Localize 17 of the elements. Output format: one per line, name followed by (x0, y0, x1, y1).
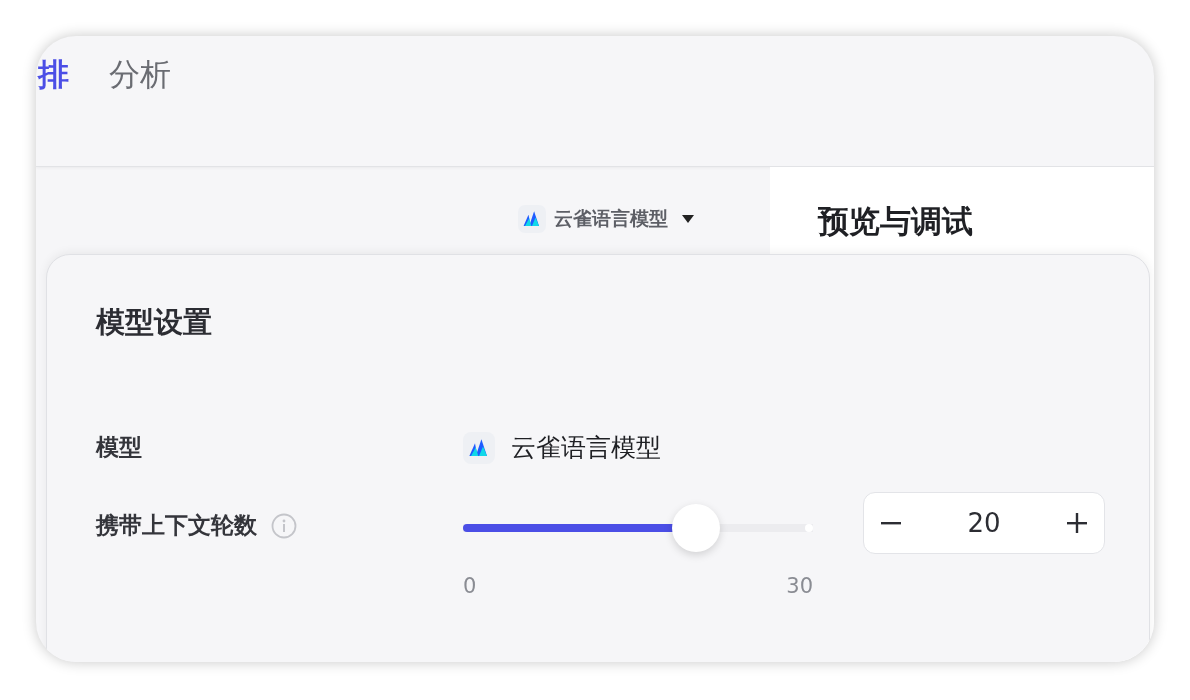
min-label: 0 (463, 574, 477, 598)
slider-thumb[interactable] (672, 504, 721, 552)
model-logo-icon (463, 431, 495, 464)
number-stepper[interactable]: 20 (863, 492, 1105, 554)
max-label: 30 (786, 574, 813, 598)
nav-tab[interactable]: 分析 (109, 52, 171, 96)
nav-tab[interactable]: 排 (38, 52, 69, 96)
field-label: 模型 (96, 433, 142, 462)
panel-title: 预览与调试 (818, 202, 974, 241)
stepper-value: 20 (967, 508, 1001, 538)
model-selector[interactable]: 云雀语言模型 (518, 205, 694, 233)
model-logo-icon (518, 205, 546, 233)
info-icon (271, 512, 297, 539)
caret-icon (682, 215, 694, 223)
model-name: 云雀语言模型 (511, 432, 661, 464)
settings-title: 模型设置 (96, 304, 213, 341)
field-label: 携带上下文轮数 (96, 511, 257, 540)
